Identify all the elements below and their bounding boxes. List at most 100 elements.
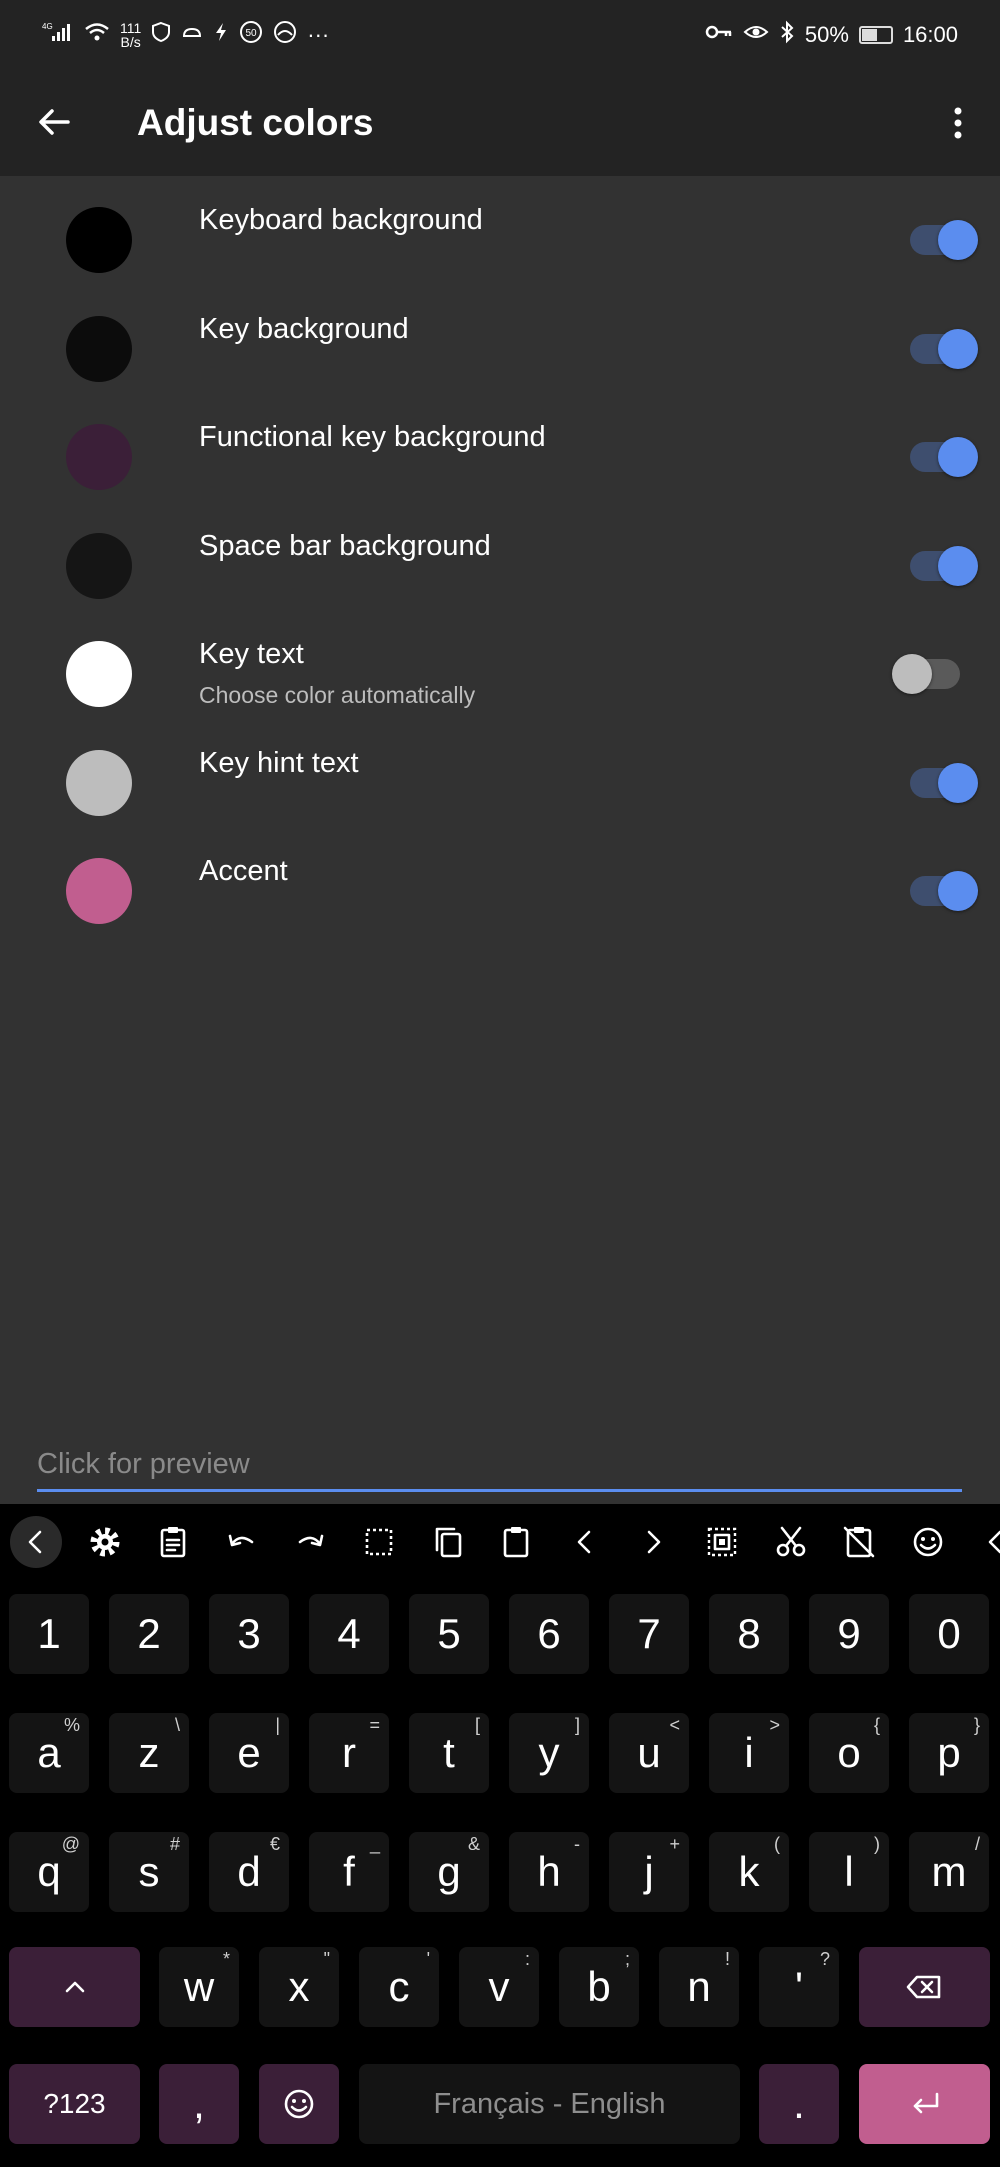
toggle-switch[interactable] (892, 654, 960, 694)
period-key[interactable]: . (759, 2064, 839, 2144)
toggle-switch[interactable] (910, 220, 978, 260)
key-1[interactable]: 1 (9, 1594, 89, 1674)
key-8[interactable]: 8 (709, 1594, 789, 1674)
key-label: , (193, 2080, 205, 2127)
key-2[interactable]: 2 (109, 1594, 189, 1674)
toggle-switch[interactable] (910, 437, 978, 477)
toolbar-button-cut[interactable] (765, 1516, 817, 1568)
key-g[interactable]: g & (409, 1832, 489, 1912)
setting-row[interactable]: Key text Choose color automatically (0, 610, 1000, 719)
key-l[interactable]: l) (809, 1832, 889, 1912)
toolbar-button-clear-clipboard[interactable] (833, 1516, 885, 1568)
setting-row[interactable]: Accent (0, 827, 1000, 936)
key-9[interactable]: 9 (809, 1594, 889, 1674)
toolbar-button-paste[interactable] (490, 1516, 542, 1568)
back-button[interactable] (28, 96, 80, 148)
toolbar-button-cursor-left[interactable] (559, 1516, 611, 1568)
toggle-switch[interactable] (910, 328, 978, 369)
toolbar-button-settings[interactable] (79, 1516, 131, 1568)
key-v[interactable]: v: (459, 1947, 539, 2027)
key-p[interactable]: p} (909, 1713, 989, 1793)
toolbar-button-redo[interactable] (284, 1516, 336, 1568)
key-5[interactable]: 5 (409, 1594, 489, 1674)
symbols-key[interactable]: ?123 (9, 2064, 140, 2144)
key-q[interactable]: q @ (9, 1832, 89, 1912)
key-6[interactable]: 6 (509, 1594, 589, 1674)
toolbar-button-cursor-right[interactable] (627, 1516, 679, 1568)
key-3[interactable]: 3 (209, 1594, 289, 1674)
key-y[interactable]: y] (509, 1713, 589, 1793)
color-swatch[interactable] (66, 315, 132, 382)
select-all-icon (365, 1528, 393, 1556)
key-t[interactable]: t[ (409, 1713, 489, 1793)
key-h[interactable]: h- (509, 1832, 589, 1912)
overflow-menu-button[interactable] (938, 98, 978, 148)
key-m[interactable]: m / (909, 1832, 989, 1912)
key-0[interactable]: 0 (909, 1594, 989, 1674)
toolbar-button-clipboard[interactable] (147, 1516, 199, 1568)
key-w[interactable]: w * (159, 1947, 239, 2027)
space-bar[interactable]: Français - English (359, 2064, 740, 2144)
key-o[interactable]: o{ (809, 1713, 889, 1793)
preview-input[interactable]: Click for preview (37, 1442, 962, 1492)
key-u[interactable]: u < (609, 1713, 689, 1793)
emoji-key[interactable] (259, 2064, 339, 2144)
key-f[interactable]: f _ (309, 1832, 389, 1912)
toggle-knob (938, 762, 978, 803)
key-label: t (443, 1729, 455, 1776)
setting-row[interactable]: Key hint text (0, 719, 1000, 828)
key-b[interactable]: b; (559, 1947, 639, 2027)
key-4[interactable]: 4 (309, 1594, 389, 1674)
key-a[interactable]: a% (9, 1713, 89, 1793)
key-label: y (538, 1729, 560, 1776)
key-n[interactable]: n! (659, 1947, 739, 2027)
key-apostrophe[interactable]: '? (759, 1947, 839, 2027)
setting-row[interactable]: Functional key background (0, 393, 1000, 502)
setting-row[interactable]: Key background (0, 285, 1000, 394)
key-s[interactable]: s # (109, 1832, 189, 1912)
wifi-icon (84, 21, 110, 49)
net-speed-unit: B/s (120, 34, 141, 50)
toolbar-button-chevron-left[interactable] (10, 1516, 62, 1568)
toggle-switch[interactable] (910, 762, 978, 803)
chevron-left-icon (28, 1530, 42, 1554)
key-c[interactable]: c ' (359, 1947, 439, 2027)
bolt-icon (213, 21, 229, 49)
backspace-key[interactable] (859, 1947, 990, 2027)
setting-row[interactable]: Keyboard background (0, 176, 1000, 285)
comma-key[interactable]: , (159, 2064, 239, 2144)
toolbar-button-select-word[interactable] (696, 1516, 748, 1568)
page-title: Adjust colors (137, 102, 374, 143)
key-j[interactable]: j + (609, 1832, 689, 1912)
color-swatch[interactable] (66, 532, 132, 599)
key-7[interactable]: 7 (609, 1594, 689, 1674)
toolbar-button-copy[interactable] (422, 1516, 474, 1568)
key-i[interactable]: i > (709, 1713, 789, 1793)
color-swatch[interactable] (66, 641, 132, 707)
battery-percent: 50% (804, 22, 849, 47)
toggle-switch[interactable] (910, 871, 978, 911)
toolbar-button-chevron-left[interactable] (970, 1516, 1000, 1568)
key-k[interactable]: k( (709, 1832, 789, 1912)
toolbar-button-select-all[interactable] (353, 1516, 405, 1568)
key-d[interactable]: d € (209, 1832, 289, 1912)
toggle-switch[interactable] (910, 545, 978, 586)
color-swatch[interactable] (66, 424, 132, 490)
setting-row[interactable]: Space bar background (0, 502, 1000, 611)
key-e[interactable]: e | (209, 1713, 289, 1793)
setting-title: Space bar background (199, 529, 491, 562)
key-label: w (183, 1963, 215, 2010)
shift-key[interactable] (9, 1947, 140, 2027)
color-swatch[interactable] (66, 858, 132, 924)
color-swatch[interactable] (66, 207, 132, 273)
key-label: 6 (537, 1610, 561, 1657)
key-r[interactable]: r = (309, 1713, 389, 1793)
color-swatch[interactable] (66, 749, 132, 816)
status-bar: 4G 111 B/s 50 ··· 50% 16:00 (0, 0, 1000, 70)
toolbar-button-undo[interactable] (216, 1516, 268, 1568)
key-x[interactable]: x " (259, 1947, 339, 2027)
key-z[interactable]: z \ (109, 1713, 189, 1793)
enter-key[interactable] (859, 2064, 990, 2144)
key-hint: / (974, 1834, 980, 1854)
toolbar-button-emoji[interactable] (902, 1516, 954, 1568)
